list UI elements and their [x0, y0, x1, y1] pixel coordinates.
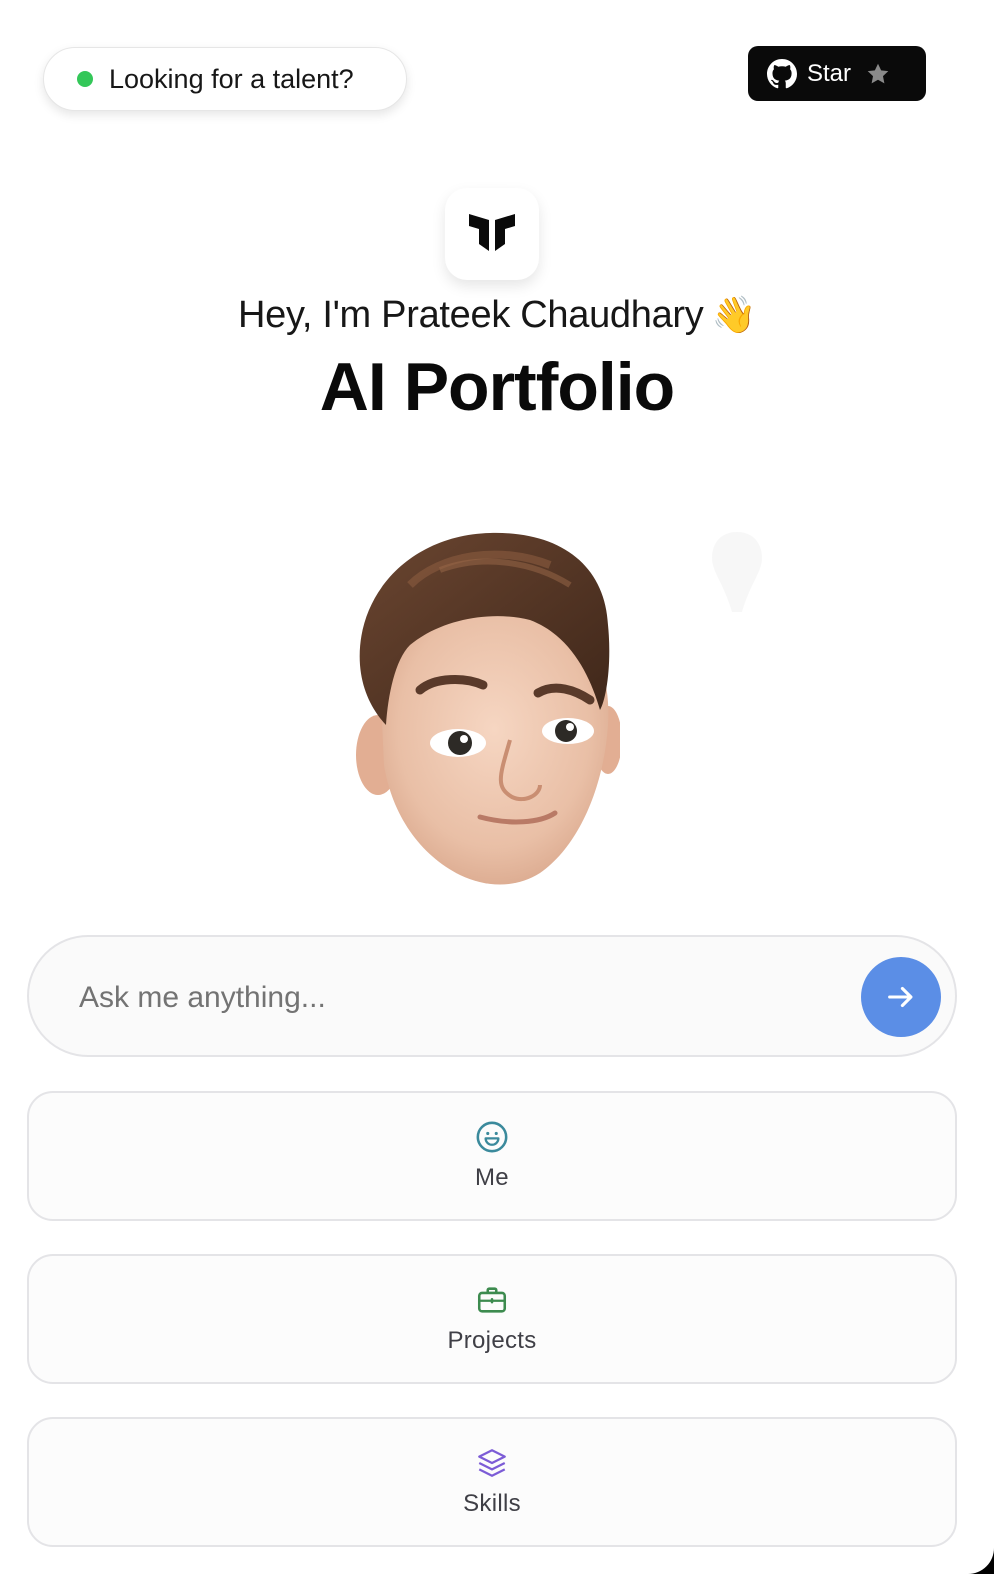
logo-mark: [469, 214, 515, 251]
chat-bar: [27, 935, 957, 1057]
arrow-right-icon: [888, 986, 913, 1008]
me-label: Me: [475, 1164, 509, 1191]
greeting-text: Hey, I'm Prateek Chaudhary: [237, 294, 704, 336]
star-icon: [867, 63, 889, 83]
decorative-shape: [712, 532, 762, 612]
me-button[interactable]: Me: [27, 1091, 957, 1221]
send-button[interactable]: [861, 957, 941, 1037]
skills-button[interactable]: Skills: [27, 1417, 957, 1547]
projects-label: Projects: [447, 1327, 537, 1354]
talent-label: Looking for a talent?: [109, 63, 354, 94]
avatar: [356, 532, 620, 885]
page: Looking for a talent? Star Hey, I'm Prat…: [0, 0, 994, 1574]
status-dot: [77, 71, 93, 87]
skills-label: Skills: [463, 1490, 521, 1517]
projects-button[interactable]: Projects: [27, 1254, 957, 1384]
greeting: Hey, I'm Prateek Chaudhary 👋: [0, 294, 994, 337]
looking-for-talent-button[interactable]: Looking for a talent?: [43, 47, 407, 111]
smile-icon: [476, 1121, 508, 1153]
github-icon: [767, 58, 797, 88]
page-title: AI Portfolio: [319, 349, 675, 425]
briefcase-icon: [477, 1287, 507, 1313]
star-label: Star: [807, 59, 852, 87]
layers-icon: [478, 1449, 506, 1477]
logo-icon: [445, 188, 539, 280]
wave-emoji: 👋: [711, 294, 757, 335]
chat-input[interactable]: [77, 967, 841, 1029]
github-star-button[interactable]: Star: [748, 46, 926, 101]
